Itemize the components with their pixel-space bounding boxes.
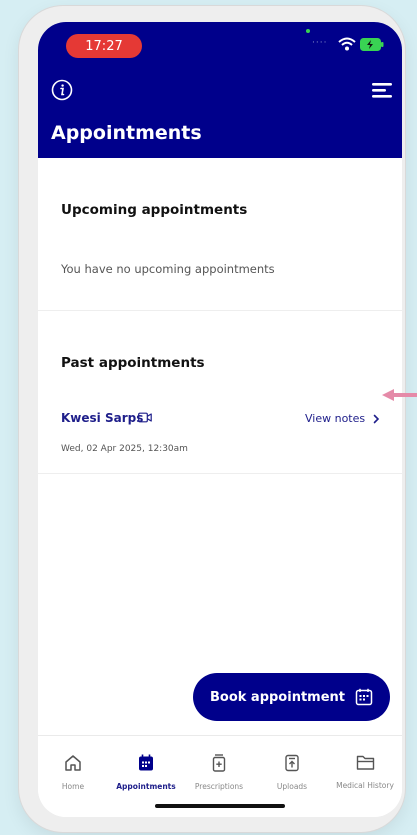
calendar-icon bbox=[355, 688, 373, 706]
signal-icon: ···· bbox=[312, 38, 328, 48]
appointment-doctor-name[interactable]: Kwesi Sarps bbox=[61, 411, 143, 425]
annotation-arrow-icon bbox=[382, 389, 417, 401]
tab-medical-history-label: Medical History bbox=[336, 781, 394, 790]
tab-home[interactable]: Home bbox=[38, 754, 108, 791]
view-notes-label: View notes bbox=[305, 412, 366, 425]
folder-icon bbox=[356, 755, 374, 770]
menu-icon[interactable] bbox=[372, 82, 394, 98]
upcoming-section-title: Upcoming appointments bbox=[61, 202, 248, 218]
battery-icon bbox=[360, 38, 384, 51]
chevron-right-icon bbox=[373, 414, 380, 423]
app-header: 17:27 ···· Appointments bbox=[38, 22, 402, 158]
app-screen: 17:27 ···· Appointments Upcoming appoint… bbox=[38, 22, 402, 817]
info-icon[interactable] bbox=[51, 79, 73, 101]
book-appointment-label: Book appointment bbox=[209, 689, 345, 705]
video-call-icon bbox=[138, 412, 152, 423]
tab-prescriptions[interactable]: Prescriptions bbox=[184, 754, 254, 791]
tab-uploads-label: Uploads bbox=[276, 782, 308, 791]
section-divider bbox=[38, 310, 402, 311]
home-icon bbox=[65, 755, 81, 771]
tab-appointments-label: Appointments bbox=[116, 782, 176, 791]
status-time: 17:27 bbox=[66, 34, 142, 58]
tab-medical-history[interactable]: Medical History bbox=[330, 754, 400, 790]
page-title: Appointments bbox=[51, 122, 202, 144]
upcoming-empty-text: You have no upcoming appointments bbox=[61, 262, 275, 276]
status-dot bbox=[306, 29, 310, 33]
calendar-icon bbox=[139, 754, 153, 771]
upload-icon bbox=[285, 754, 299, 772]
row-divider bbox=[38, 473, 402, 474]
home-indicator[interactable] bbox=[155, 804, 285, 808]
past-section-title: Past appointments bbox=[61, 355, 205, 371]
wifi-icon bbox=[338, 37, 356, 51]
view-notes-link[interactable]: View notes bbox=[305, 412, 380, 425]
tab-home-label: Home bbox=[61, 782, 85, 791]
book-appointment-button[interactable]: Book appointment bbox=[193, 673, 390, 721]
tab-appointments[interactable]: Appointments bbox=[111, 754, 181, 791]
tab-uploads[interactable]: Uploads bbox=[257, 754, 327, 791]
prescription-icon bbox=[212, 754, 226, 772]
appointment-date: Wed, 02 Apr 2025, 12:30am bbox=[61, 444, 188, 454]
tab-prescriptions-label: Prescriptions bbox=[194, 782, 244, 791]
